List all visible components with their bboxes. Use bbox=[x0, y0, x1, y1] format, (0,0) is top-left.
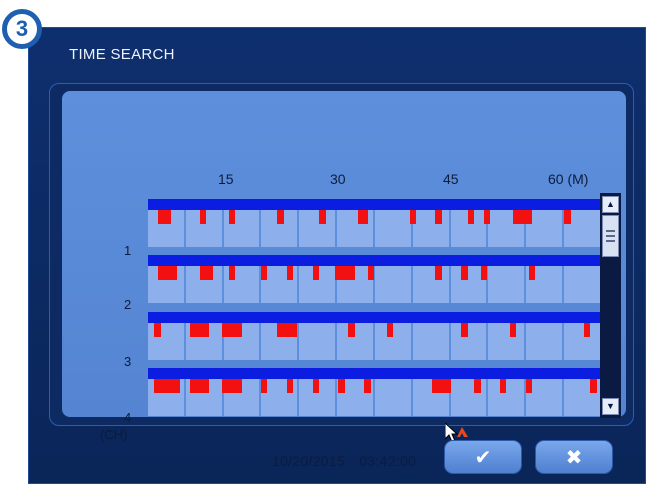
recording-mark bbox=[261, 379, 268, 393]
recording-mark bbox=[461, 323, 468, 337]
recording-mark bbox=[154, 323, 161, 337]
channel-cells[interactable] bbox=[148, 210, 600, 247]
channel-label-4: 4 bbox=[124, 410, 132, 425]
timeline-scrollbar[interactable]: ▲ ▼ bbox=[600, 193, 621, 418]
recording-mark bbox=[564, 210, 571, 224]
recording-mark bbox=[228, 266, 236, 280]
timeline-cell[interactable] bbox=[413, 323, 451, 360]
confirm-button[interactable]: ✔ bbox=[444, 440, 522, 474]
recording-mark bbox=[432, 379, 452, 393]
timeline-cell[interactable] bbox=[337, 323, 375, 360]
step-number-badge: 3 bbox=[2, 9, 42, 49]
channel-row-3[interactable] bbox=[148, 306, 600, 360]
recording-mark bbox=[312, 379, 320, 393]
channel-bar bbox=[148, 255, 600, 266]
recording-mark bbox=[435, 210, 442, 224]
recording-mark bbox=[154, 379, 181, 393]
recording-mark bbox=[261, 266, 268, 280]
channel-cells[interactable] bbox=[148, 323, 600, 360]
timeline-grid[interactable] bbox=[148, 193, 600, 418]
channel-bar bbox=[148, 368, 600, 379]
minute-label-60: 60 (M) bbox=[548, 171, 589, 187]
recording-mark bbox=[435, 266, 442, 280]
recording-mark bbox=[222, 323, 242, 337]
recording-mark bbox=[512, 210, 533, 224]
recording-mark bbox=[461, 266, 468, 280]
cancel-button[interactable]: ✖ bbox=[535, 440, 613, 474]
channel-bar bbox=[148, 199, 600, 210]
timeline-cell[interactable] bbox=[564, 323, 600, 360]
timeline-cell[interactable] bbox=[299, 323, 338, 360]
recording-mark bbox=[467, 210, 475, 224]
timeline-cell[interactable] bbox=[488, 323, 527, 360]
recording-mark bbox=[528, 266, 536, 280]
channel-label-2: 2 bbox=[124, 297, 132, 312]
check-icon: ✔ bbox=[474, 446, 492, 469]
recording-mark bbox=[357, 210, 368, 224]
recording-mark bbox=[286, 379, 294, 393]
window-title: TIME SEARCH bbox=[69, 46, 175, 63]
recording-mark bbox=[590, 379, 597, 393]
timeline-cell[interactable] bbox=[375, 266, 413, 303]
scrollbar-thumb[interactable] bbox=[602, 215, 619, 257]
recording-mark bbox=[222, 379, 242, 393]
timeline-cell[interactable] bbox=[413, 210, 451, 247]
recording-mark bbox=[499, 379, 507, 393]
recording-mark bbox=[286, 266, 294, 280]
channel-row-1[interactable] bbox=[148, 193, 600, 247]
scroll-up-arrow-icon[interactable]: ▲ bbox=[602, 196, 619, 213]
close-icon: ✖ bbox=[565, 446, 583, 469]
recording-mark bbox=[312, 266, 320, 280]
recording-mark bbox=[199, 266, 213, 280]
recording-mark bbox=[228, 210, 236, 224]
channel-row-4[interactable] bbox=[148, 362, 600, 416]
channel-axis-label: (CH) bbox=[100, 427, 128, 442]
timeline-cell[interactable] bbox=[451, 379, 489, 416]
recording-mark bbox=[157, 210, 171, 224]
minute-label-45: 45 bbox=[443, 171, 459, 187]
recording-mark bbox=[199, 210, 207, 224]
recording-mark bbox=[525, 379, 533, 393]
timeline-panel: 15 30 45 60 (M) 1 2 3 4 (CH) ▲ ▼ 10/20/2… bbox=[62, 91, 626, 469]
recording-mark bbox=[386, 323, 394, 337]
timeline-cell[interactable] bbox=[526, 323, 565, 360]
channel-row-2[interactable] bbox=[148, 249, 600, 303]
channel-bar bbox=[148, 312, 600, 323]
timeline-cell[interactable] bbox=[375, 323, 413, 360]
time-search-window: TIME SEARCH 15 30 45 60 (M) 1 2 3 4 (CH)… bbox=[28, 27, 646, 484]
recording-mark bbox=[189, 379, 210, 393]
recording-mark bbox=[277, 323, 297, 337]
search-datetime: 10/20/2015 03:42:00 bbox=[272, 453, 417, 469]
minute-label-15: 15 bbox=[218, 171, 234, 187]
recording-mark bbox=[277, 210, 284, 224]
recording-mark bbox=[480, 266, 487, 280]
recording-mark bbox=[348, 323, 355, 337]
minute-label-30: 30 bbox=[330, 171, 346, 187]
timeline-cell[interactable] bbox=[564, 266, 600, 303]
recording-mark bbox=[335, 266, 355, 280]
recording-mark bbox=[409, 210, 416, 224]
scroll-down-arrow-icon[interactable]: ▼ bbox=[602, 398, 619, 415]
recording-mark bbox=[189, 323, 210, 337]
channel-cells[interactable] bbox=[148, 379, 600, 416]
channel-label-1: 1 bbox=[124, 243, 132, 258]
recording-mark bbox=[319, 210, 326, 224]
recording-mark bbox=[338, 379, 345, 393]
timeline-cell[interactable] bbox=[413, 266, 451, 303]
timeline-cell[interactable] bbox=[488, 266, 527, 303]
recording-mark bbox=[364, 379, 371, 393]
recording-mark bbox=[367, 266, 374, 280]
recording-mark bbox=[583, 323, 591, 337]
recording-mark bbox=[509, 323, 517, 337]
timeline-cell[interactable] bbox=[375, 379, 413, 416]
recording-mark bbox=[157, 266, 178, 280]
channel-label-3: 3 bbox=[124, 354, 132, 369]
recording-mark bbox=[474, 379, 481, 393]
timeline-cell[interactable] bbox=[488, 379, 527, 416]
timeline-cell[interactable] bbox=[337, 210, 375, 247]
timeline-cell[interactable] bbox=[375, 210, 413, 247]
recording-mark bbox=[483, 210, 491, 224]
timeline-cell[interactable] bbox=[451, 323, 489, 360]
